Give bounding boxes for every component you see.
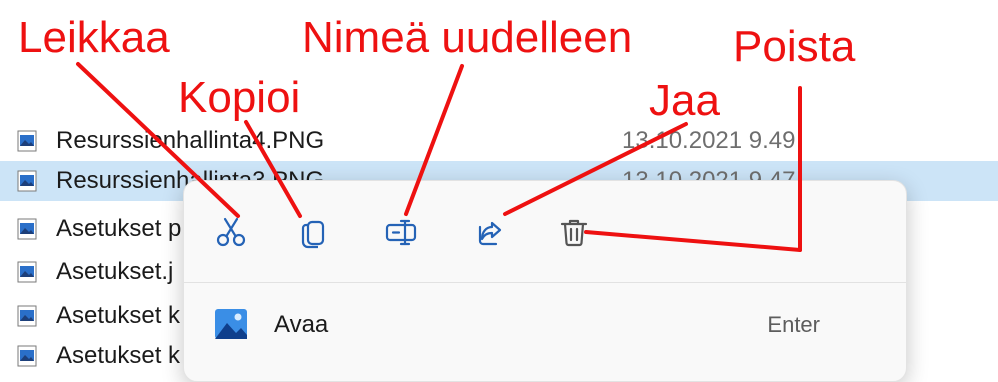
share-button[interactable]: [466, 209, 512, 255]
file-name: Asetukset k: [56, 302, 181, 329]
menu-item-label: Avaa: [274, 311, 329, 338]
file-date: 13.10.2021 9.49: [622, 127, 796, 154]
annotation-rename: Nimeä uudelleen: [302, 13, 633, 62]
copy-icon: [301, 220, 325, 249]
trash-icon: [560, 219, 588, 247]
menu-item-open[interactable]: Avaa Enter: [194, 294, 896, 356]
image-file-icon: [17, 218, 37, 240]
annotation-cut: Leikkaa: [18, 13, 170, 62]
delete-button[interactable]: [551, 209, 597, 255]
image-file-icon: [17, 130, 37, 152]
file-name: Asetukset k: [56, 342, 181, 369]
cut-button[interactable]: [208, 209, 254, 255]
image-file-icon: [17, 305, 37, 327]
copy-button[interactable]: [292, 209, 338, 255]
scissors-icon: [216, 217, 246, 247]
annotation-share: Jaa: [649, 76, 720, 125]
rename-button[interactable]: [379, 209, 425, 255]
file-row[interactable]: Resurssienhallinta4.PNG 13.10.2021 9.49: [0, 121, 998, 161]
annotation-copy: Kopioi: [178, 73, 301, 122]
file-name: Asetukset p: [56, 215, 182, 242]
annotation-delete: Poista: [733, 22, 856, 71]
file-name: Asetukset.j: [56, 258, 174, 285]
rename-icon: [385, 219, 417, 246]
context-menu: Avaa Enter: [183, 180, 907, 382]
menu-item-shortcut: Enter: [767, 312, 820, 337]
image-file-icon: [17, 345, 37, 367]
share-icon: [478, 221, 502, 246]
image-icon: [214, 308, 248, 340]
file-name: Resurssienhallinta4.PNG: [56, 127, 325, 154]
menu-separator: [184, 282, 906, 283]
image-file-icon: [17, 261, 37, 283]
image-file-icon: [17, 170, 37, 192]
